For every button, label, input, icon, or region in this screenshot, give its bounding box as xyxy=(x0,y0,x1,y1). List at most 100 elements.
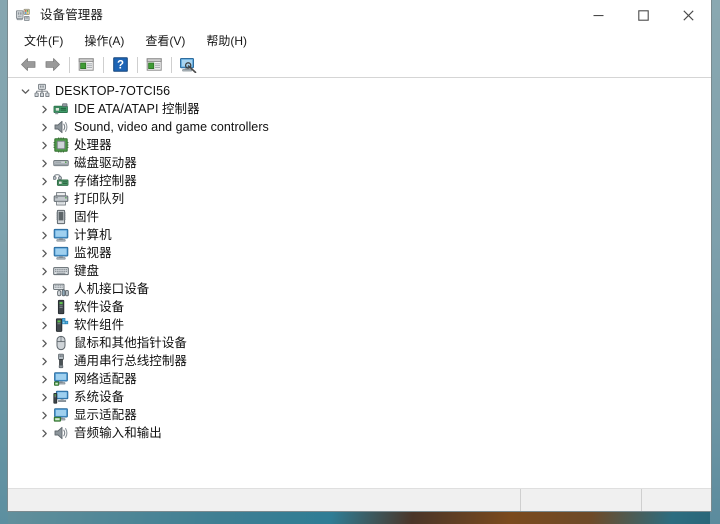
chevron-right-icon[interactable] xyxy=(37,298,52,316)
title-bar[interactable]: 设备管理器 xyxy=(8,0,711,30)
tree-item-label: 磁盘驱动器 xyxy=(74,155,137,170)
tree-item-mice[interactable]: 鼠标和其他指针设备 xyxy=(8,334,711,352)
tree-item-label: 通用串行总线控制器 xyxy=(74,353,187,368)
minimize-icon xyxy=(593,14,604,16)
chevron-right-icon[interactable] xyxy=(37,388,52,406)
print-queue-icon xyxy=(52,191,69,207)
tree-item-usb-controllers[interactable]: 通用串行总线控制器 xyxy=(8,352,711,370)
tree-item-computer[interactable]: 计算机 xyxy=(8,226,711,244)
processor-icon xyxy=(52,137,69,153)
usb-controller-icon xyxy=(52,353,69,369)
tree-root-row[interactable]: DESKTOP-7OTCI56 xyxy=(8,82,711,100)
tree-item-processor[interactable]: 处理器 xyxy=(8,136,711,154)
svg-text:?: ? xyxy=(116,60,123,72)
disk-drive-icon xyxy=(52,155,69,171)
monitor-icon xyxy=(52,245,69,261)
close-icon xyxy=(683,9,694,21)
chevron-right-icon[interactable] xyxy=(37,370,52,388)
tree-item-label: IDE ATA/ATAPI 控制器 xyxy=(74,101,200,116)
status-bar-main-section xyxy=(8,489,521,511)
chevron-right-icon[interactable] xyxy=(37,118,52,136)
toolbar-properties-button[interactable] xyxy=(75,54,97,75)
tree-item-label: 显示适配器 xyxy=(74,407,137,422)
tree-item-label: Sound, video and game controllers xyxy=(74,119,269,134)
storage-controller-icon xyxy=(52,173,69,189)
status-bar xyxy=(8,488,711,511)
tree-item-system-devices[interactable]: 系统设备 xyxy=(8,388,711,406)
toolbar-help-button[interactable]: ? xyxy=(109,54,131,75)
chevron-right-icon[interactable] xyxy=(37,280,52,298)
menu-help[interactable]: 帮助(H) xyxy=(201,33,255,49)
device-manager-icon xyxy=(15,7,32,24)
keyboard-icon xyxy=(52,263,69,279)
tree-item-label: 键盘 xyxy=(74,263,100,278)
tree-item-label: 人机接口设备 xyxy=(74,281,150,296)
menu-file[interactable]: 文件(F) xyxy=(19,33,71,49)
audio-input-output-icon xyxy=(52,425,69,441)
close-button[interactable] xyxy=(666,0,711,30)
tree-item-keyboards[interactable]: 键盘 xyxy=(8,262,711,280)
chevron-right-icon[interactable] xyxy=(37,136,52,154)
toolbar-forward-button[interactable] xyxy=(41,54,63,75)
tree-item-label: 固件 xyxy=(74,209,100,224)
computer-root-icon xyxy=(33,83,50,99)
toolbar-scan-hardware-button[interactable] xyxy=(177,54,199,75)
menu-view[interactable]: 查看(V) xyxy=(140,33,193,49)
tree-item-disk-drives[interactable]: 磁盘驱动器 xyxy=(8,154,711,172)
tree-item-ide-controller[interactable]: IDE ATA/ATAPI 控制器 xyxy=(8,100,711,118)
chevron-right-icon[interactable] xyxy=(37,316,52,334)
tree-item-network-adapters[interactable]: 网络适配器 xyxy=(8,370,711,388)
chevron-right-icon[interactable] xyxy=(37,406,52,424)
chevron-right-icon[interactable] xyxy=(37,190,52,208)
tree-item-display-adapters[interactable]: 显示适配器 xyxy=(8,406,711,424)
tree-item-monitors[interactable]: 监视器 xyxy=(8,244,711,262)
tree-item-hid-devices[interactable]: 人机接口设备 xyxy=(8,280,711,298)
properties-window-icon xyxy=(78,58,94,71)
status-bar-section-2 xyxy=(521,489,642,511)
toolbar: ? xyxy=(8,52,711,78)
hid-device-icon xyxy=(52,281,69,297)
chevron-right-icon[interactable] xyxy=(37,154,52,172)
tree-item-label: 系统设备 xyxy=(74,389,125,404)
tree-item-sound-video-game[interactable]: Sound, video and game controllers xyxy=(8,118,711,136)
maximize-button[interactable] xyxy=(621,0,666,30)
tree-item-software-devices[interactable]: 软件设备 xyxy=(8,298,711,316)
maximize-icon xyxy=(638,9,649,21)
toolbar-back-button[interactable] xyxy=(17,54,39,75)
chevron-right-icon[interactable] xyxy=(37,262,52,280)
software-device-icon xyxy=(52,299,69,315)
display-adapter-icon xyxy=(52,407,69,423)
device-manager-window: 设备管理器 文件(F) 操作(A) 查看(V) 帮助(H) ? DESKTOP-… xyxy=(7,0,712,512)
mouse-icon xyxy=(52,335,69,351)
tree-item-print-queues[interactable]: 打印队列 xyxy=(8,190,711,208)
forward-arrow-icon xyxy=(45,58,60,71)
scan-hardware-monitor-icon xyxy=(180,57,197,73)
minimize-button[interactable] xyxy=(576,0,621,30)
menu-action[interactable]: 操作(A) xyxy=(79,33,132,49)
chevron-down-icon[interactable] xyxy=(18,82,33,100)
show-hidden-window-icon xyxy=(146,58,162,71)
toolbar-separator-2 xyxy=(103,56,104,73)
tree-item-audio-inputs-outputs[interactable]: 音频输入和输出 xyxy=(8,424,711,442)
status-bar-section-3 xyxy=(642,489,711,511)
tree-item-label: 处理器 xyxy=(74,137,112,152)
chevron-right-icon[interactable] xyxy=(37,424,52,442)
chevron-right-icon[interactable] xyxy=(37,244,52,262)
tree-item-firmware[interactable]: 固件 xyxy=(8,208,711,226)
toolbar-show-hidden-button[interactable] xyxy=(143,54,165,75)
tree-item-software-components[interactable]: 软件组件 xyxy=(8,316,711,334)
menu-bar: 文件(F) 操作(A) 查看(V) 帮助(H) xyxy=(8,30,711,52)
tree-item-label: 鼠标和其他指针设备 xyxy=(74,335,187,350)
chevron-right-icon[interactable] xyxy=(37,100,52,118)
chevron-right-icon[interactable] xyxy=(37,208,52,226)
chevron-right-icon[interactable] xyxy=(37,334,52,352)
chevron-right-icon[interactable] xyxy=(37,226,52,244)
ide-controller-icon xyxy=(52,101,69,117)
toolbar-separator-4 xyxy=(171,56,172,73)
computer-icon xyxy=(52,227,69,243)
chevron-right-icon[interactable] xyxy=(37,172,52,190)
window-title: 设备管理器 xyxy=(40,7,104,22)
chevron-right-icon[interactable] xyxy=(37,352,52,370)
device-tree[interactable]: DESKTOP-7OTCI56 IDE ATA/ATAPI 控制器 Sound,… xyxy=(8,78,711,488)
tree-item-storage-controllers[interactable]: 存储控制器 xyxy=(8,172,711,190)
